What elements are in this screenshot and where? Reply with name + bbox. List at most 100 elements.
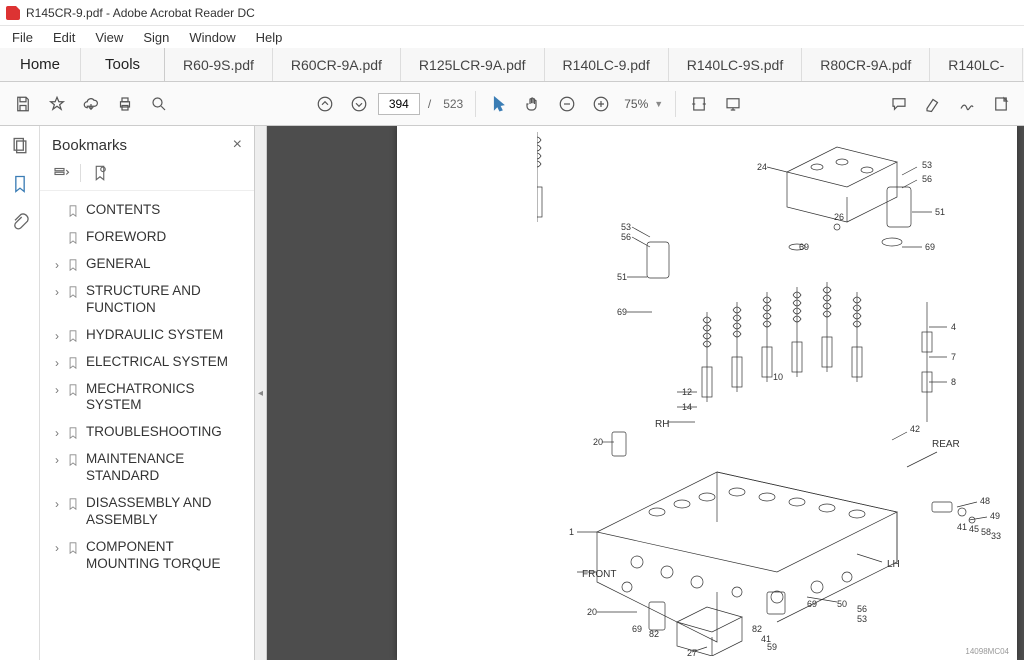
bookmark-item[interactable]: FOREWORD bbox=[48, 224, 250, 251]
svg-text:53: 53 bbox=[922, 160, 932, 170]
bookmarks-icon[interactable] bbox=[10, 174, 30, 194]
cloud-icon[interactable] bbox=[76, 89, 106, 119]
svg-text:48: 48 bbox=[980, 496, 990, 506]
bookmark-icon bbox=[66, 426, 80, 440]
label-lh: LH bbox=[887, 559, 900, 570]
bookmark-icon bbox=[66, 383, 80, 397]
star-icon[interactable] bbox=[42, 89, 72, 119]
svg-text:33: 33 bbox=[991, 531, 1001, 541]
tab-doc-4[interactable]: R140LC-9S.pdf bbox=[669, 48, 803, 81]
bookmark-label: COMPONENT MOUNTING TORQUE bbox=[86, 539, 248, 573]
svg-text:82: 82 bbox=[649, 629, 659, 639]
hand-icon[interactable] bbox=[518, 89, 548, 119]
svg-text:51: 51 bbox=[617, 272, 627, 282]
zoom-in-icon[interactable] bbox=[586, 89, 616, 119]
menu-sign[interactable]: Sign bbox=[135, 28, 177, 47]
menu-help[interactable]: Help bbox=[248, 28, 291, 47]
bookmark-icon bbox=[66, 329, 80, 343]
svg-text:27: 27 bbox=[687, 648, 697, 656]
read-mode-icon[interactable] bbox=[718, 89, 748, 119]
tab-home[interactable]: Home bbox=[0, 48, 81, 81]
bookmark-item[interactable]: › DISASSEMBLY AND ASSEMBLY bbox=[48, 490, 250, 534]
page-number-input[interactable] bbox=[378, 93, 420, 115]
attachments-icon[interactable] bbox=[10, 212, 30, 232]
content-area: Bookmarks × CONTENTSFOREWORD›GENERAL›STR… bbox=[0, 126, 1024, 660]
svg-text:69: 69 bbox=[799, 242, 809, 252]
save-icon[interactable] bbox=[8, 89, 38, 119]
highlight-icon[interactable] bbox=[918, 89, 948, 119]
bookmark-label: ELECTRICAL SYSTEM bbox=[86, 354, 248, 371]
fit-width-icon[interactable] bbox=[684, 89, 714, 119]
document-viewer[interactable]: FRONT REAR RH LH 1 24 53 56 51 26 69 69 … bbox=[267, 126, 1024, 660]
page-up-icon[interactable] bbox=[310, 89, 340, 119]
chevron-right-icon: › bbox=[50, 541, 64, 556]
menu-view[interactable]: View bbox=[87, 28, 131, 47]
bm-find-icon[interactable] bbox=[91, 164, 109, 182]
bookmark-label: TROUBLESHOOTING bbox=[86, 424, 248, 441]
tab-doc-6[interactable]: R140LC- bbox=[930, 48, 1023, 81]
close-icon[interactable]: × bbox=[233, 136, 242, 154]
svg-text:53: 53 bbox=[857, 614, 867, 624]
tab-doc-1[interactable]: R60CR-9A.pdf bbox=[273, 48, 401, 81]
separator bbox=[80, 164, 81, 182]
svg-text:50: 50 bbox=[837, 599, 847, 609]
comment-icon[interactable] bbox=[884, 89, 914, 119]
bookmark-item[interactable]: ›HYDRAULIC SYSTEM bbox=[48, 322, 250, 349]
svg-text:20: 20 bbox=[587, 607, 597, 617]
bookmark-label: STRUCTURE AND FUNCTION bbox=[86, 283, 248, 317]
tab-doc-3[interactable]: R140LC-9.pdf bbox=[545, 48, 669, 81]
bookmark-item[interactable]: ›TROUBLESHOOTING bbox=[48, 419, 250, 446]
svg-text:69: 69 bbox=[807, 599, 817, 609]
svg-text:24: 24 bbox=[757, 162, 767, 172]
tab-doc-0[interactable]: R60-9S.pdf bbox=[165, 48, 273, 81]
svg-text:59: 59 bbox=[767, 642, 777, 652]
svg-text:20: 20 bbox=[593, 437, 603, 447]
pointer-icon[interactable] bbox=[484, 89, 514, 119]
bookmark-item[interactable]: CONTENTS bbox=[48, 197, 250, 224]
menu-edit[interactable]: Edit bbox=[45, 28, 83, 47]
tab-tools[interactable]: Tools bbox=[81, 48, 165, 81]
svg-text:14: 14 bbox=[682, 402, 692, 412]
menu-bar: File Edit View Sign Window Help bbox=[0, 26, 1024, 48]
main-toolbar: / 523 75%▼ bbox=[0, 82, 1024, 126]
bookmark-label: FOREWORD bbox=[86, 229, 248, 246]
bookmark-item[interactable]: ›MAINTENANCE STANDARD bbox=[48, 446, 250, 490]
bookmark-item[interactable]: ›GENERAL bbox=[48, 251, 250, 278]
search-icon[interactable] bbox=[144, 89, 174, 119]
menu-window[interactable]: Window bbox=[181, 28, 243, 47]
print-icon[interactable] bbox=[110, 89, 140, 119]
more-tools-icon[interactable] bbox=[986, 89, 1016, 119]
chevron-right-icon: › bbox=[50, 383, 64, 398]
bookmark-item[interactable]: ›STRUCTURE AND FUNCTION bbox=[48, 278, 250, 322]
bookmark-icon bbox=[66, 541, 80, 555]
page-total: 523 bbox=[443, 97, 463, 111]
sign-icon[interactable] bbox=[952, 89, 982, 119]
bookmark-label: DISASSEMBLY AND ASSEMBLY bbox=[86, 495, 248, 529]
bookmark-item[interactable]: › ELECTRICAL SYSTEM bbox=[48, 349, 250, 376]
title-bar: R145CR-9.pdf - Adobe Acrobat Reader DC bbox=[0, 0, 1024, 26]
zoom-out-icon[interactable] bbox=[552, 89, 582, 119]
svg-text:8: 8 bbox=[951, 377, 956, 387]
svg-text:41: 41 bbox=[957, 522, 967, 532]
chevron-right-icon: › bbox=[50, 497, 64, 512]
svg-text:49: 49 bbox=[990, 511, 1000, 521]
tab-doc-5[interactable]: R80CR-9A.pdf bbox=[802, 48, 930, 81]
thumbnails-icon[interactable] bbox=[10, 136, 30, 156]
bm-options-icon[interactable] bbox=[52, 164, 70, 182]
svg-text:69: 69 bbox=[617, 307, 627, 317]
svg-text:69: 69 bbox=[632, 624, 642, 634]
toolbar-separator bbox=[675, 91, 676, 117]
svg-text:69: 69 bbox=[925, 242, 935, 252]
bookmark-item[interactable]: › COMPONENT MOUNTING TORQUE bbox=[48, 534, 250, 578]
collapse-handle[interactable]: ◂ bbox=[255, 126, 267, 660]
document-tabs: Home Tools R60-9S.pdf R60CR-9A.pdf R125L… bbox=[0, 48, 1024, 82]
tab-doc-2[interactable]: R125LCR-9A.pdf bbox=[401, 48, 545, 81]
zoom-select[interactable]: 75%▼ bbox=[620, 95, 667, 113]
bookmark-item[interactable]: › MECHATRONICS SYSTEM bbox=[48, 376, 250, 420]
svg-text:51: 51 bbox=[935, 207, 945, 217]
chevron-right-icon: › bbox=[50, 356, 64, 371]
svg-text:10: 10 bbox=[773, 372, 783, 382]
page-down-icon[interactable] bbox=[344, 89, 374, 119]
bookmark-label: MECHATRONICS SYSTEM bbox=[86, 381, 248, 415]
menu-file[interactable]: File bbox=[4, 28, 41, 47]
